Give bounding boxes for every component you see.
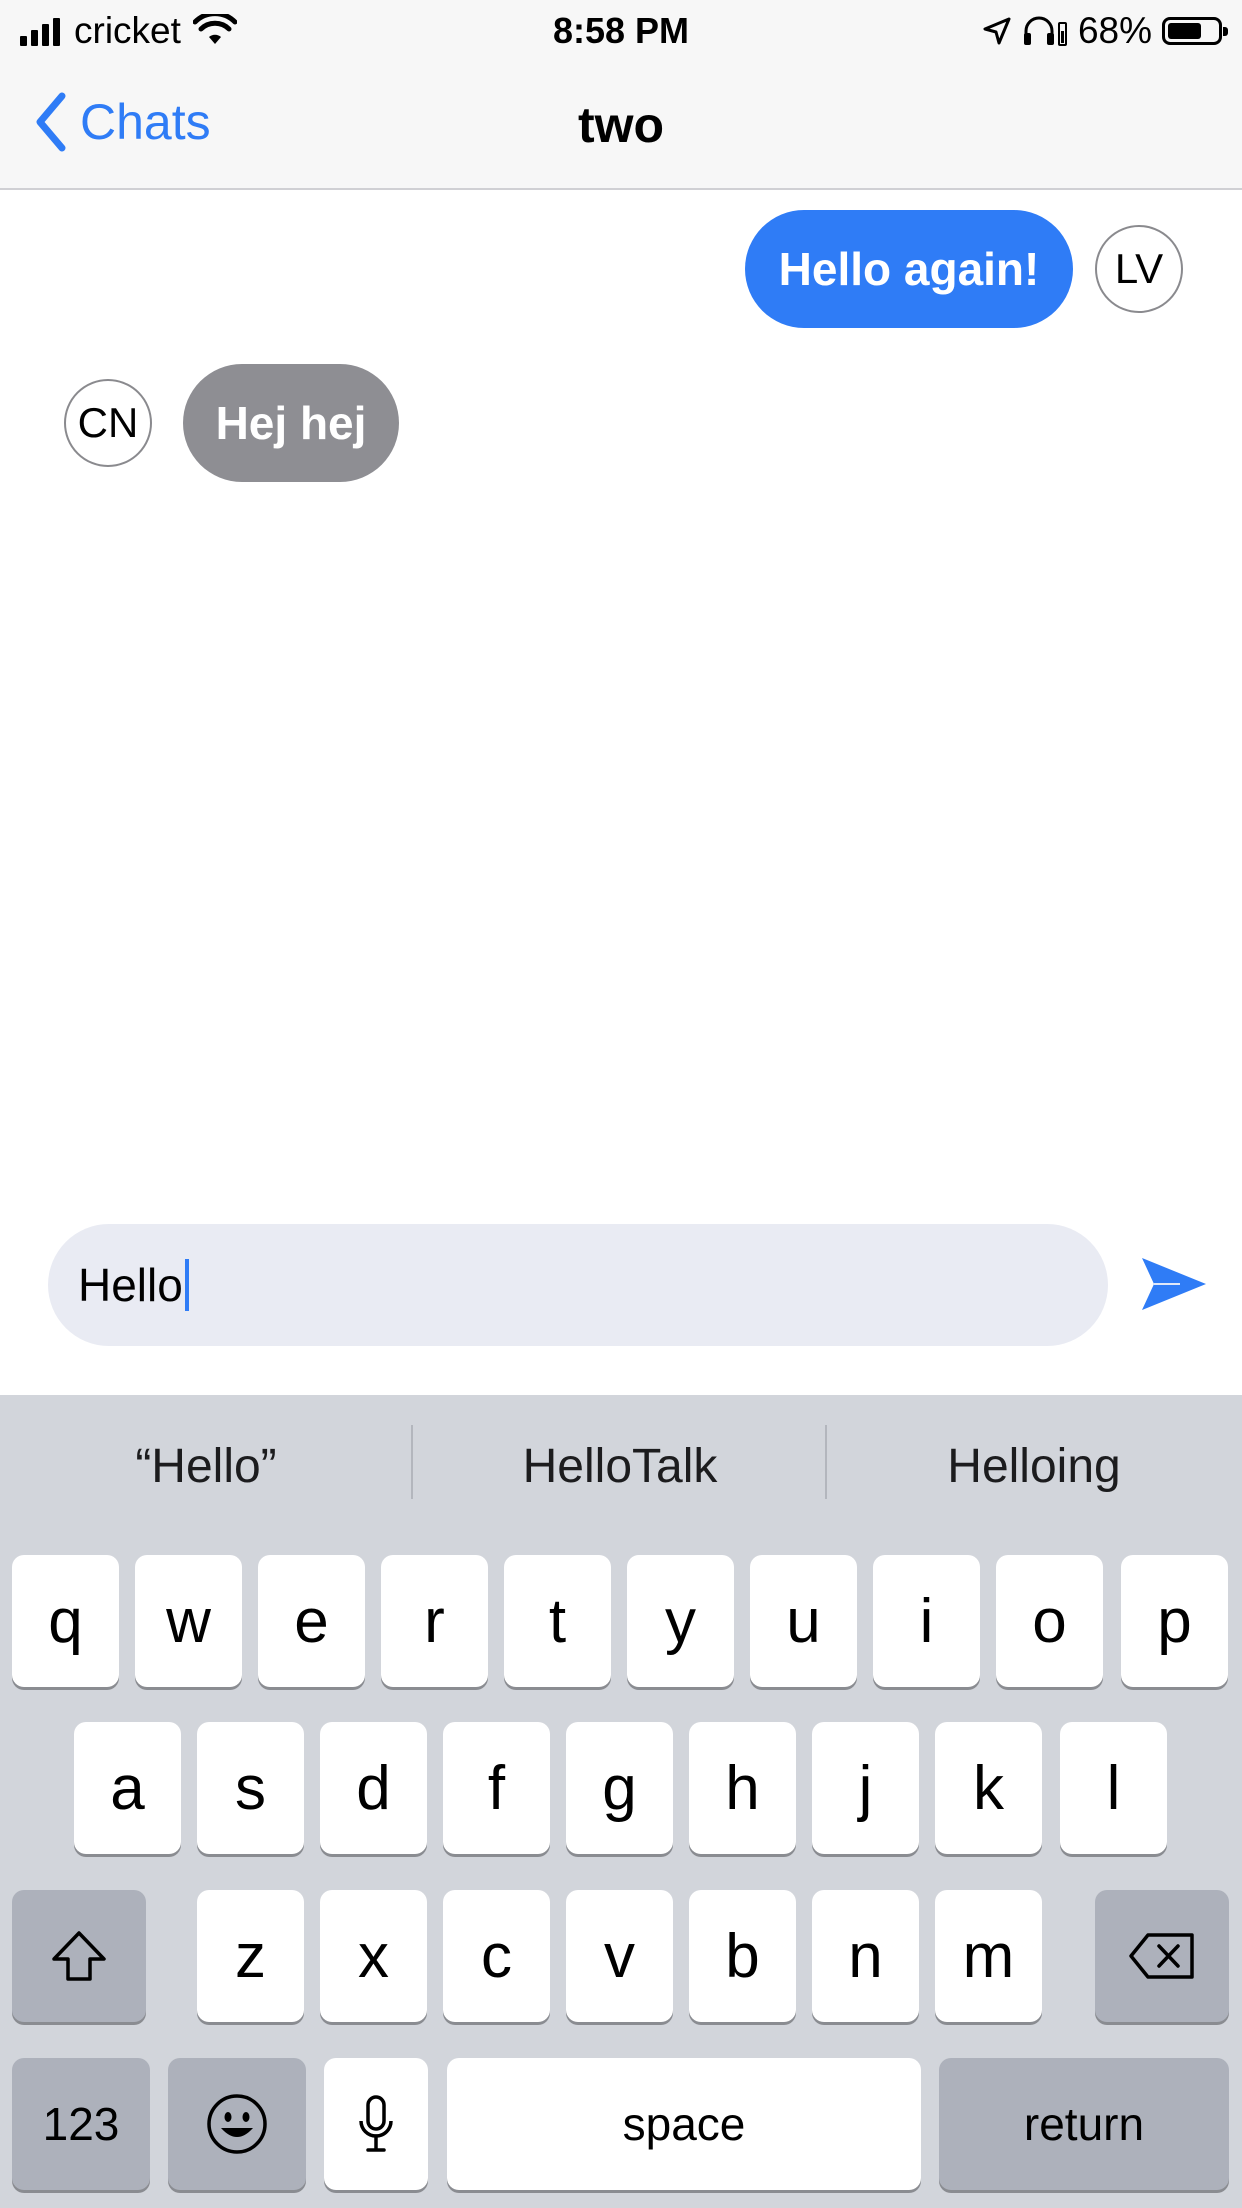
emoji-icon (207, 2094, 267, 2154)
backspace-icon (1129, 1933, 1194, 1979)
navigation-bar: Chats two (0, 62, 1242, 190)
message-input-value: Hello (78, 1259, 183, 1311)
shift-icon (52, 1931, 106, 1981)
return-key[interactable]: return (939, 2058, 1229, 2190)
incoming-message-bubble[interactable]: Hej hej (183, 364, 399, 482)
suggestion-divider (825, 1425, 827, 1499)
dictation-key[interactable] (324, 2058, 428, 2190)
key-u[interactable]: u (750, 1555, 857, 1687)
backspace-key[interactable] (1095, 1890, 1229, 2022)
chat-title: two (577, 97, 665, 153)
status-right: 68% (982, 8, 1228, 54)
avatar-initials: CN (77, 399, 139, 446)
avatar-initials: LV (1114, 245, 1164, 292)
key-z[interactable]: z (197, 1890, 304, 2022)
key-k[interactable]: k (935, 1722, 1042, 1854)
space-key[interactable]: space (447, 2058, 921, 2190)
key-m[interactable]: m (935, 1890, 1042, 2022)
outgoing-message-bubble[interactable]: Hello again! (745, 210, 1073, 328)
message-input[interactable]: Hello (48, 1224, 1108, 1346)
send-icon (1142, 1258, 1206, 1310)
key-c[interactable]: c (443, 1890, 550, 2022)
key-h[interactable]: h (689, 1722, 796, 1854)
key-w[interactable]: w (135, 1555, 242, 1687)
key-g[interactable]: g (566, 1722, 673, 1854)
message-text: Hello again! (778, 243, 1040, 295)
suggestion-3[interactable]: Helloing (828, 1439, 1240, 1494)
suggestion-divider (411, 1425, 413, 1499)
suggestion-1[interactable]: “Hello” (0, 1439, 412, 1494)
headphones-icon (1023, 16, 1067, 46)
key-a[interactable]: a (74, 1722, 181, 1854)
key-f[interactable]: f (443, 1722, 550, 1854)
key-o[interactable]: o (996, 1555, 1103, 1687)
key-b[interactable]: b (689, 1890, 796, 2022)
avatar[interactable]: CN (64, 379, 152, 467)
key-d[interactable]: d (320, 1722, 427, 1854)
text-cursor (184, 1259, 189, 1311)
key-e[interactable]: e (258, 1555, 365, 1687)
send-button[interactable] (1140, 1254, 1208, 1319)
key-j[interactable]: j (812, 1722, 919, 1854)
key-t[interactable]: t (504, 1555, 611, 1687)
battery-percent: 68% (1077, 10, 1152, 51)
avatar[interactable]: LV (1095, 225, 1183, 313)
key-i[interactable]: i (873, 1555, 980, 1687)
key-q[interactable]: q (12, 1555, 119, 1687)
numbers-key[interactable]: 123 (12, 2058, 150, 2190)
shift-key[interactable] (12, 1890, 146, 2022)
key-s[interactable]: s (197, 1722, 304, 1854)
key-n[interactable]: n (812, 1890, 919, 2022)
suggestion-2[interactable]: HelloTalk (414, 1439, 826, 1494)
emoji-key[interactable] (168, 2058, 306, 2190)
key-r[interactable]: r (381, 1555, 488, 1687)
suggestion-bar: “Hello” HelloTalk Helloing (0, 1395, 1242, 1545)
key-l[interactable]: l (1060, 1722, 1167, 1854)
message-text: Hej hej (215, 397, 367, 449)
key-p[interactable]: p (1121, 1555, 1228, 1687)
key-x[interactable]: x (320, 1890, 427, 2022)
location-icon (983, 17, 1011, 45)
key-y[interactable]: y (627, 1555, 734, 1687)
microphone-icon (359, 2095, 393, 2152)
battery-icon (1162, 17, 1228, 45)
status-bar: cricket 8:58 PM 68% (0, 0, 1242, 62)
key-v[interactable]: v (566, 1890, 673, 2022)
keyboard: “Hello” HelloTalk Helloing q w e r t y u… (0, 1395, 1242, 2208)
